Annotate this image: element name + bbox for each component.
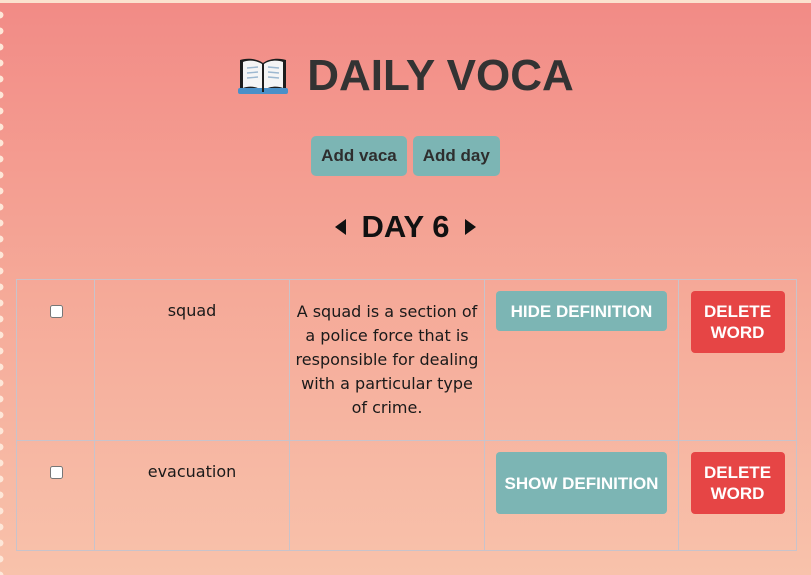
page: DAILY VOCA Add vaca Add day DAY 6 squad … [0, 0, 811, 575]
word-checkbox[interactable] [49, 466, 63, 479]
definition-cell: A squad is a section of a police force t… [289, 279, 485, 441]
delete-cell: DELETE WORD [678, 279, 797, 441]
caret-right-icon[interactable] [465, 219, 477, 235]
page-title: DAILY VOCA [0, 49, 811, 109]
add-voca-button[interactable]: Add vaca [311, 136, 407, 176]
toggle-cell: SHOW DEFINITION [484, 440, 679, 551]
toggle-cell: HIDE DEFINITION [484, 279, 679, 441]
day-title: DAY 6 [361, 209, 450, 244]
checkbox-cell [16, 440, 95, 551]
show-definition-button[interactable]: SHOW DEFINITION [496, 452, 667, 514]
word-cell: evacuation [94, 440, 290, 551]
table-row: squad A squad is a section of a police f… [16, 279, 797, 441]
app-title-text: DAILY VOCA [307, 51, 574, 100]
table-row: evacuation SHOW DEFINITION DELETE WORD [16, 440, 797, 551]
toolbar: Add vaca Add day [0, 136, 811, 176]
definition-cell [289, 440, 485, 551]
add-day-button[interactable]: Add day [412, 136, 500, 176]
word-table: squad A squad is a section of a police f… [16, 279, 797, 551]
open-book-icon [237, 54, 289, 109]
checkbox-cell [16, 279, 95, 441]
word-checkbox[interactable] [49, 305, 63, 318]
delete-word-button[interactable]: DELETE WORD [690, 452, 785, 514]
word-cell: squad [94, 279, 290, 441]
delete-cell: DELETE WORD [678, 440, 797, 551]
hide-definition-button[interactable]: HIDE DEFINITION [496, 291, 667, 331]
delete-word-button[interactable]: DELETE WORD [690, 291, 785, 353]
day-navigation: DAY 6 [0, 209, 811, 245]
caret-left-icon[interactable] [334, 219, 346, 235]
